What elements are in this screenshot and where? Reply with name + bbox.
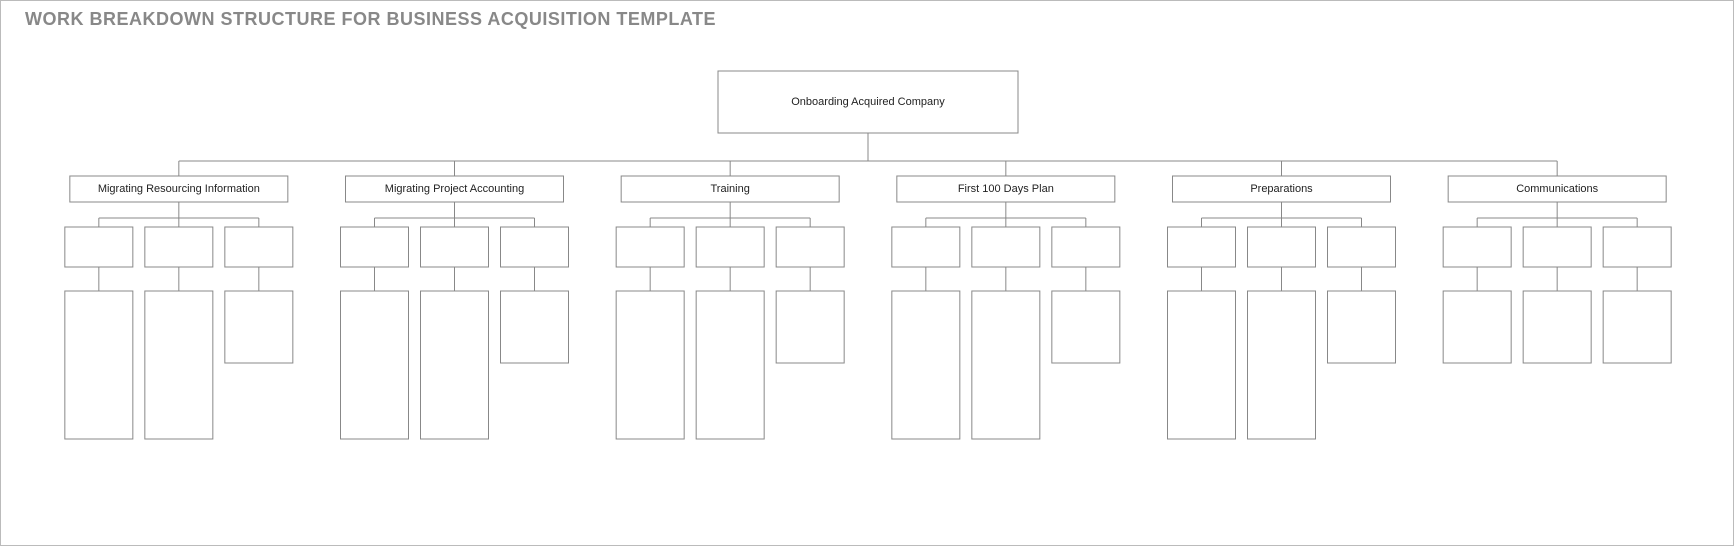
wbs-detail — [1328, 291, 1396, 363]
wbs-detail — [1443, 291, 1511, 363]
wbs-subtask — [501, 227, 569, 267]
wbs-diagram: Onboarding Acquired Company Migrating Res… — [1, 1, 1734, 547]
wbs-detail — [341, 291, 409, 439]
wbs-detail — [65, 291, 133, 439]
wbs-detail — [1168, 291, 1236, 439]
wbs-detail — [1523, 291, 1591, 363]
wbs-detail — [1248, 291, 1316, 439]
wbs-detail — [225, 291, 293, 363]
wbs-detail — [421, 291, 489, 439]
wbs-branch-label: Migrating Project Accounting — [385, 183, 524, 195]
wbs-detail — [776, 291, 844, 363]
wbs-subtask — [225, 227, 293, 267]
wbs-subtask — [1248, 227, 1316, 267]
wbs-subtask — [1443, 227, 1511, 267]
wbs-branch-label: First 100 Days Plan — [958, 183, 1054, 195]
wbs-subtask — [776, 227, 844, 267]
wbs-branch-label: Migrating Resourcing Information — [98, 183, 260, 195]
wbs-subtask — [1052, 227, 1120, 267]
wbs-detail — [1052, 291, 1120, 363]
wbs-subtask — [1328, 227, 1396, 267]
wbs-detail — [972, 291, 1040, 439]
wbs-subtask — [421, 227, 489, 267]
wbs-subtask — [1168, 227, 1236, 267]
wbs-subtask — [145, 227, 213, 267]
wbs-subtask — [1603, 227, 1671, 267]
wbs-subtask — [972, 227, 1040, 267]
wbs-subtask — [696, 227, 764, 267]
wbs-subtask — [65, 227, 133, 267]
wbs-detail — [145, 291, 213, 439]
page: WORK BREAKDOWN STRUCTURE FOR BUSINESS AC… — [0, 0, 1734, 546]
wbs-detail — [1603, 291, 1671, 363]
wbs-branch-label: Preparations — [1250, 183, 1313, 195]
wbs-detail — [696, 291, 764, 439]
wbs-root-label: Onboarding Acquired Company — [791, 96, 945, 108]
wbs-branch-label: Communications — [1516, 183, 1598, 195]
wbs-detail — [501, 291, 569, 363]
wbs-subtask — [341, 227, 409, 267]
wbs-subtask — [1523, 227, 1591, 267]
wbs-subtask — [892, 227, 960, 267]
wbs-detail — [616, 291, 684, 439]
wbs-subtask — [616, 227, 684, 267]
wbs-branch-label: Training — [710, 183, 749, 195]
wbs-detail — [892, 291, 960, 439]
